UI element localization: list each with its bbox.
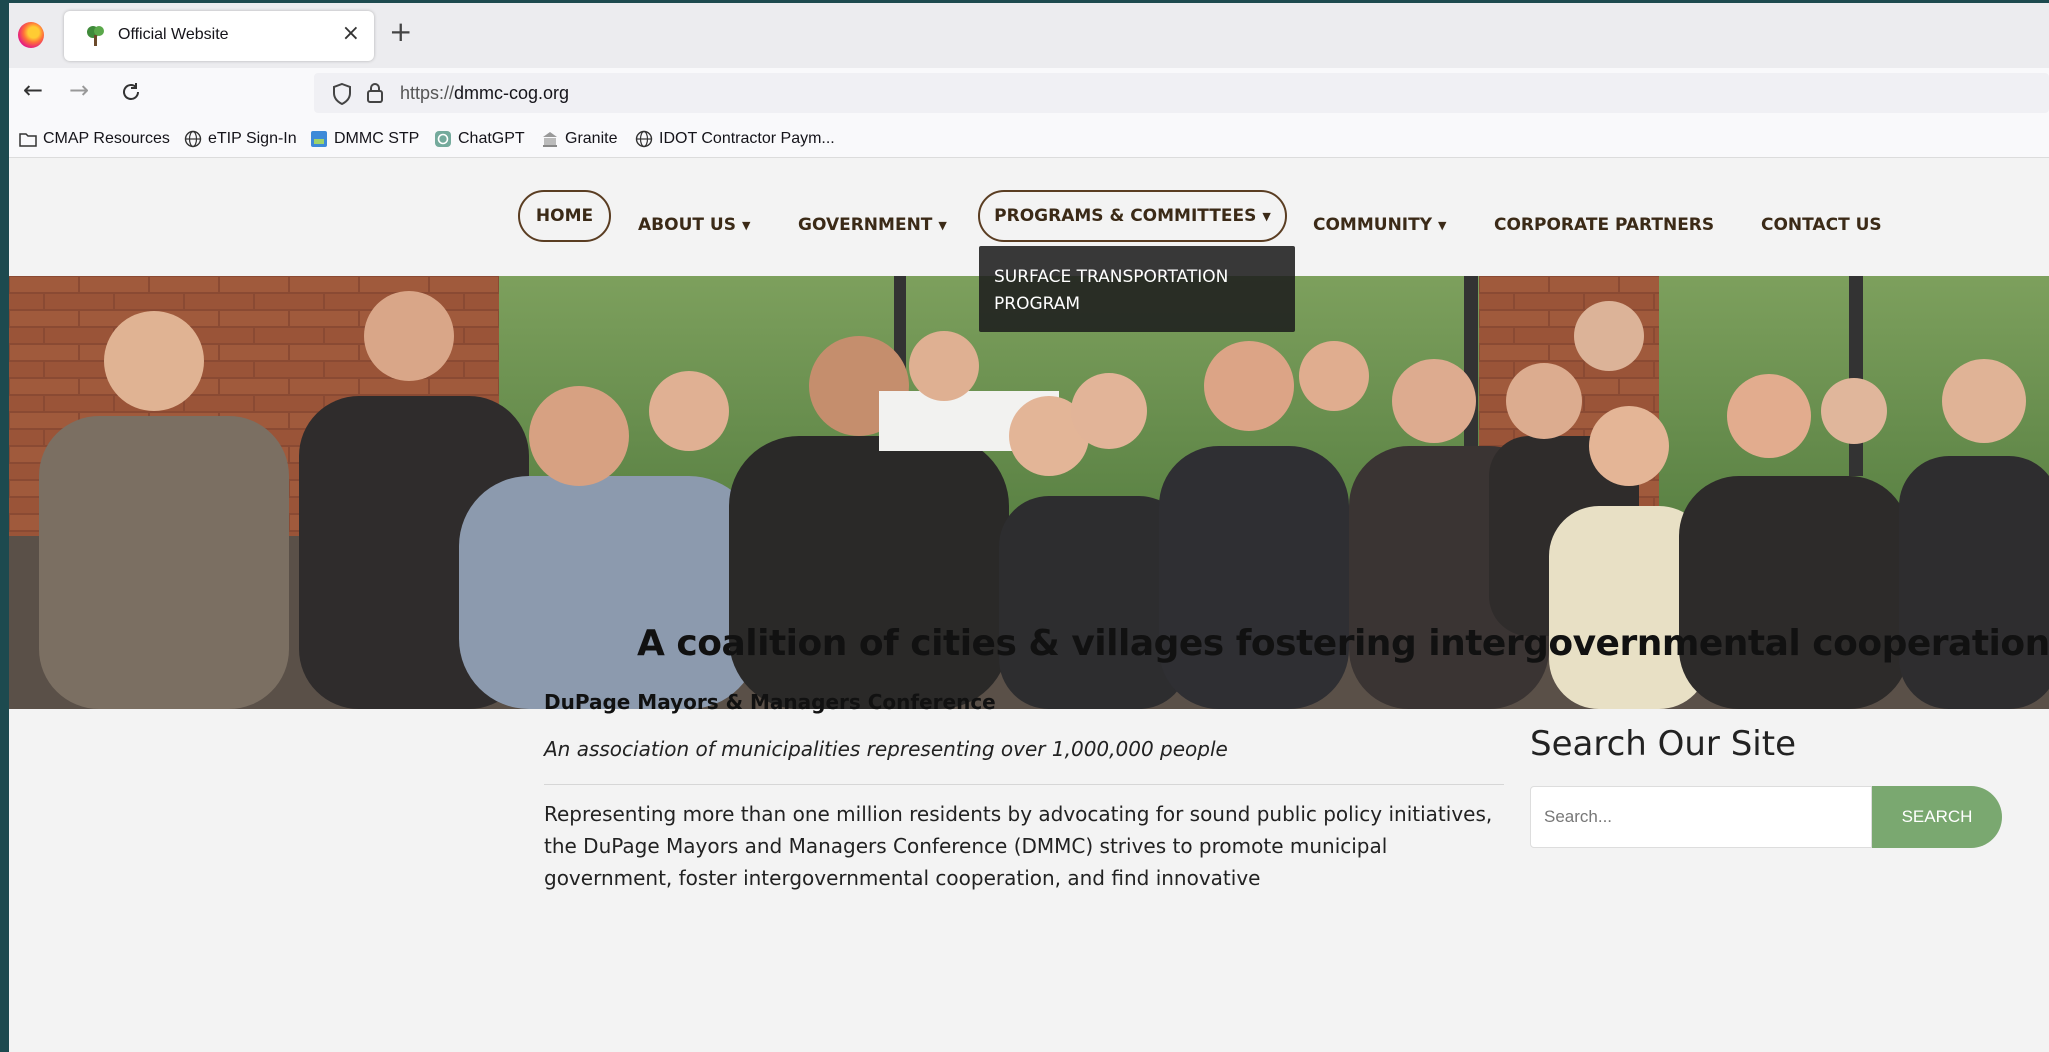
nav-corporate-partners[interactable]: CORPORATE PARTNERS	[1494, 215, 1714, 251]
folder-icon	[19, 133, 37, 147]
chatgpt-icon	[435, 131, 451, 147]
browser-window: Official Website × + ← → https://dmmc-co…	[0, 0, 2049, 1052]
tab-title: Official Website	[118, 26, 229, 43]
nav-home[interactable]: HOME	[518, 190, 611, 242]
globe-icon	[635, 130, 653, 148]
url-scheme: https://	[400, 83, 455, 103]
shield-icon[interactable]	[332, 83, 352, 105]
search-button[interactable]: SEARCH	[1872, 786, 2002, 848]
reload-icon[interactable]	[119, 80, 143, 104]
nav-home-label: HOME	[535, 206, 594, 226]
bookmark-etip-sign-in[interactable]: eTIP Sign-In	[184, 128, 297, 150]
desktop-background-edge	[0, 0, 9, 1052]
organization-name: DuPage Mayors & Managers Conference	[544, 690, 996, 714]
nav-partners-label: CORPORATE PARTNERS	[1494, 215, 1715, 235]
url-text[interactable]: https://dmmc-cog.org	[400, 83, 569, 104]
chevron-down-icon: ▼	[938, 218, 947, 232]
nav-about-us[interactable]: ABOUT US ▼	[638, 215, 750, 251]
chevron-down-icon: ▼	[741, 218, 751, 232]
search-input[interactable]: Search...	[1530, 786, 1872, 848]
site-icon	[311, 131, 327, 147]
nav-programs-label: PROGRAMS & COMMITTEES	[994, 206, 1257, 226]
forward-icon[interactable]: →	[69, 78, 89, 102]
tree-favicon-icon	[87, 26, 104, 46]
bookmark-label: DMMC STP	[334, 130, 420, 147]
bookmark-label: CMAP Resources	[43, 130, 170, 147]
tagline: An association of municipalities represe…	[544, 737, 1228, 761]
close-tab-icon[interactable]: ×	[342, 21, 360, 46]
bookmark-granite[interactable]: Granite	[541, 128, 617, 150]
search-heading: Search Our Site	[1530, 724, 1796, 764]
nav-contact-label: CONTACT US	[1761, 215, 1882, 235]
dropdown-item-surface-transportation[interactable]: SURFACE TRANSPORTATION PROGRAM	[994, 264, 1274, 318]
bookmarks-toolbar: CMAP Resources eTIP Sign-In DMMC STP Cha…	[9, 118, 2049, 158]
bookmark-cmap-resources[interactable]: CMAP Resources	[19, 128, 170, 150]
programs-dropdown-menu: SURFACE TRANSPORTATION PROGRAM	[979, 246, 1295, 332]
search-placeholder: Search...	[1544, 807, 1613, 826]
back-icon[interactable]: ←	[23, 78, 43, 102]
url-domain: dmmc-cog.org	[454, 83, 570, 103]
lock-icon[interactable]	[366, 82, 384, 104]
firefox-menu-icon[interactable]	[18, 22, 44, 48]
nav-community-label: COMMUNITY	[1313, 215, 1433, 235]
browser-tab[interactable]: Official Website ×	[64, 11, 374, 61]
chevron-down-icon: ▼	[1262, 209, 1271, 223]
page-headline: A coalition of cities & villages fosteri…	[637, 623, 2049, 664]
address-bar[interactable]: https://dmmc-cog.org	[314, 73, 2049, 113]
bookmark-chatgpt[interactable]: ChatGPT	[434, 128, 525, 150]
nav-community[interactable]: COMMUNITY ▼	[1313, 215, 1447, 251]
granite-icon	[543, 132, 557, 147]
bookmark-idot-contractor[interactable]: IDOT Contractor Paym...	[635, 128, 835, 150]
intro-paragraph: Representing more than one million resid…	[544, 802, 1493, 890]
bookmark-label: eTIP Sign-In	[208, 130, 297, 147]
bookmark-dmmc-stp[interactable]: DMMC STP	[310, 128, 419, 150]
bookmark-label: Granite	[565, 130, 618, 147]
nav-contact-us[interactable]: CONTACT US	[1761, 215, 1882, 251]
tab-strip: Official Website × +	[9, 0, 2049, 68]
nav-programs-committees[interactable]: PROGRAMS & COMMITTEES ▼	[978, 190, 1287, 242]
nav-government-label: GOVERNMENT	[798, 215, 933, 235]
globe-icon	[184, 130, 202, 148]
bookmark-label: IDOT Contractor Paym...	[659, 130, 835, 147]
content-divider	[544, 784, 1504, 785]
bookmark-label: ChatGPT	[458, 130, 525, 147]
nav-about-label: ABOUT US	[638, 215, 736, 235]
chevron-down-icon: ▼	[1438, 218, 1447, 232]
nav-government[interactable]: GOVERNMENT ▼	[798, 215, 947, 251]
new-tab-button[interactable]: +	[389, 18, 412, 46]
web-page: HOME ABOUT US ▼ GOVERNMENT ▼ PROGRAMS & CO…	[9, 158, 2049, 1052]
navigation-toolbar: ← → https://dmmc-cog.org	[9, 68, 2049, 118]
